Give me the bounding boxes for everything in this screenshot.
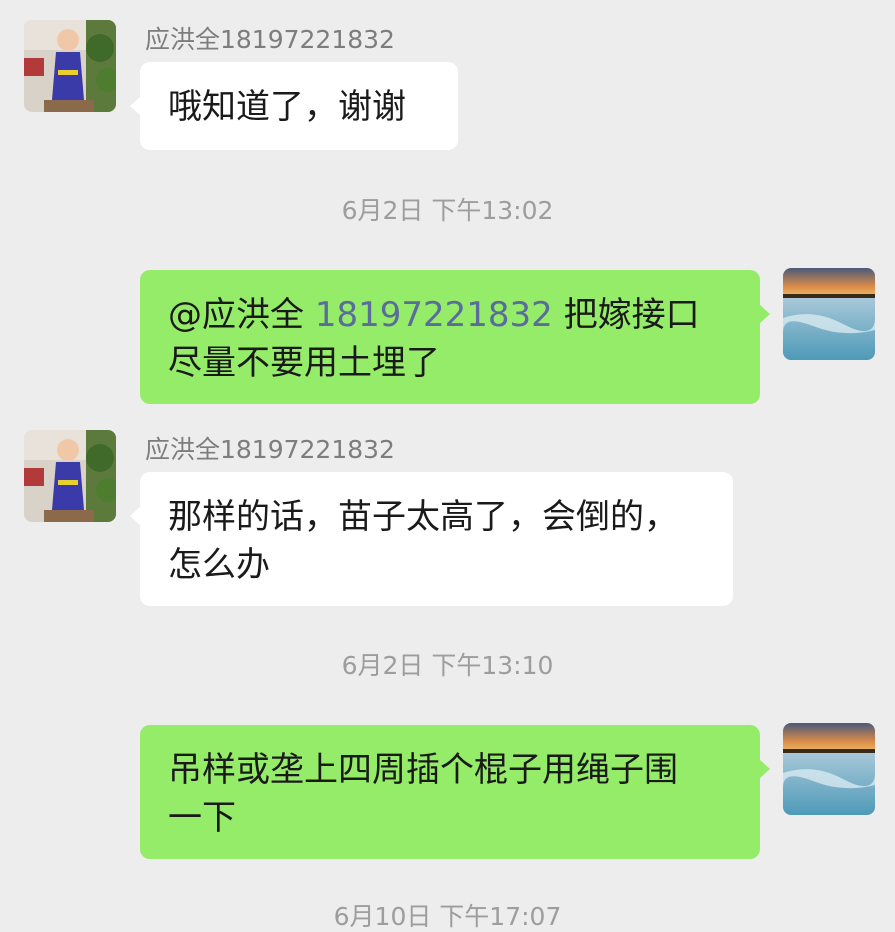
message-text-line2: 尽量不要用土埋了 — [168, 343, 440, 383]
self-avatar[interactable] — [783, 268, 875, 360]
message-bubble-incoming[interactable]: 那样的话，苗子太高了，会倒的， 怎么办 — [130, 472, 733, 606]
message-bubble-outgoing[interactable]: 吊样或垄上四周插个棍子用绳子围 一下 — [140, 725, 770, 859]
message-text-line2: 怎么办 — [168, 545, 270, 585]
sender-name: 应洪全18197221832 — [145, 25, 395, 54]
contact-avatar[interactable] — [24, 20, 116, 112]
message-bubble-incoming[interactable]: 哦知道了，谢谢 — [130, 62, 458, 150]
child-photo-icon — [24, 20, 116, 112]
contact-avatar[interactable] — [24, 430, 116, 522]
timestamp: 6月10日 下午17:07 — [333, 902, 562, 931]
self-avatar[interactable] — [783, 723, 875, 815]
timestamp: 6月2日 下午13:10 — [341, 651, 554, 680]
sunset-landscape-icon — [783, 723, 875, 815]
message-bubble-outgoing[interactable]: @应洪全 18197221832 把嫁接口 尽量不要用土埋了 — [140, 270, 770, 404]
child-photo-icon — [24, 430, 116, 522]
message-text-line2: 一下 — [168, 798, 236, 838]
sunset-landscape-icon — [783, 268, 875, 360]
message-text: 吊样或垄上四周插个棍子用绳子围 — [168, 750, 678, 790]
timestamp: 6月2日 下午13:02 — [341, 196, 554, 225]
message-text: 那样的话，苗子太高了，会倒的， — [168, 497, 678, 537]
mention-name[interactable]: @应洪全 — [168, 295, 304, 335]
mention-number[interactable]: 18197221832 — [315, 295, 553, 335]
message-text: 哦知道了，谢谢 — [168, 87, 406, 127]
sender-name: 应洪全18197221832 — [145, 435, 395, 464]
message-text: 把嫁接口 — [563, 295, 700, 335]
